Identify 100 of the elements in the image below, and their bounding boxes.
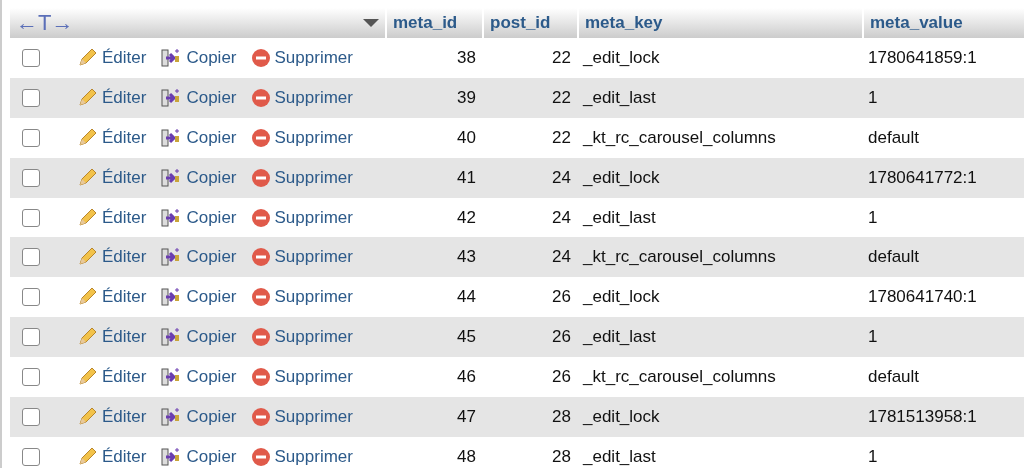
row-checkbox[interactable] [22, 248, 40, 267]
table-cell-text: 26 [551, 286, 572, 309]
table-cell: 1781513958:1 [862, 397, 1024, 437]
row-checkbox[interactable] [22, 88, 40, 107]
pencil-icon [76, 445, 98, 468]
table-cell-text: _kt_rc_carousel_columns [581, 366, 777, 389]
copy-link[interactable]: Copier [160, 126, 237, 149]
copy-link[interactable]: Copier [160, 246, 237, 269]
delete-icon [250, 287, 271, 308]
pencil-icon [76, 46, 98, 69]
delete-icon [250, 47, 271, 68]
edit-link[interactable]: Éditer [76, 405, 147, 428]
copy-link[interactable]: Copier [160, 366, 237, 389]
copy-link[interactable]: Copier [160, 445, 237, 468]
delete-link[interactable]: Supprimer [250, 287, 353, 308]
edit-link[interactable]: Éditer [76, 286, 147, 309]
table-cell-text: 1 [867, 206, 879, 229]
row-checkbox[interactable] [22, 208, 40, 227]
table-cell: 26 [482, 317, 577, 358]
table-cell-text: default [867, 126, 921, 149]
table-cell: 41 [385, 157, 482, 198]
table-cell: 39 [385, 77, 482, 118]
edit-link[interactable]: Éditer [76, 46, 147, 69]
delete-link[interactable]: Supprimer [250, 406, 353, 427]
table-cell-text: 22 [551, 126, 572, 149]
table-cell: 1780641772:1 [862, 157, 1024, 198]
row-checkbox[interactable] [22, 48, 40, 67]
table-cell-text: 1780641740:1 [867, 286, 978, 309]
delete-link[interactable]: Supprimer [250, 127, 353, 148]
pencil-icon [76, 126, 98, 149]
table-cell-text: 24 [551, 206, 572, 229]
edit-link[interactable]: Éditer [76, 246, 147, 269]
edit-link[interactable]: Éditer [76, 445, 147, 468]
table-cell: 47 [385, 397, 482, 437]
delete-icon [250, 367, 271, 388]
table-cell-text: _edit_last [581, 206, 657, 229]
table-cell-text: 44 [456, 286, 477, 309]
table-cell-text: _edit_lock [581, 46, 661, 69]
delete-link[interactable]: Supprimer [250, 327, 353, 348]
table-cell-text: 1 [867, 445, 879, 468]
table-cell: _edit_last [577, 77, 862, 118]
table-cell: 1 [862, 77, 1024, 118]
column-header[interactable]: post_id [482, 8, 577, 38]
table-cell: 45 [385, 317, 482, 358]
table-cell-text: 1780641859:1 [867, 46, 978, 69]
table-cell-text: _kt_rc_carousel_columns [581, 126, 777, 149]
table-cell: 1 [862, 317, 1024, 358]
row-checkbox[interactable] [22, 368, 40, 387]
table-cell: 28 [482, 397, 577, 437]
column-header[interactable]: meta_id [385, 8, 482, 38]
column-header[interactable]: meta_key [577, 8, 862, 38]
edit-link[interactable]: Éditer [76, 86, 147, 109]
table-cell-text: 28 [551, 445, 572, 468]
table-cell-text: 22 [551, 46, 572, 69]
row-checkbox[interactable] [22, 288, 40, 307]
copy-link[interactable]: Copier [160, 286, 237, 309]
dropdown-icon[interactable] [363, 18, 379, 28]
edit-link[interactable]: Éditer [76, 326, 147, 349]
row-checkbox[interactable] [22, 168, 40, 187]
table-cell-text: default [867, 366, 921, 389]
edit-link[interactable]: Éditer [76, 366, 147, 389]
delete-link[interactable]: Supprimer [250, 87, 353, 108]
delete-icon [250, 327, 271, 348]
table-cell: default [862, 237, 1024, 278]
delete-icon [250, 87, 271, 108]
copy-link[interactable]: Copier [160, 405, 237, 428]
delete-link[interactable]: Supprimer [250, 247, 353, 268]
copy-link[interactable]: Copier [160, 166, 237, 189]
edit-link[interactable]: Éditer [76, 166, 147, 189]
delete-link[interactable]: Supprimer [250, 367, 353, 388]
delete-icon [250, 207, 271, 228]
table-cell: _edit_lock [577, 157, 862, 198]
copy-link[interactable]: Copier [160, 206, 237, 229]
column-toggle[interactable]: ←T→ [16, 10, 74, 36]
delete-link[interactable]: Supprimer [250, 47, 353, 68]
table-cell: 22 [482, 77, 577, 118]
delete-link[interactable]: Supprimer [250, 446, 353, 467]
delete-icon [250, 127, 271, 148]
delete-link[interactable]: Supprimer [250, 167, 353, 188]
table-cell: 24 [482, 157, 577, 198]
table-cell: 43 [385, 237, 482, 278]
pencil-icon [76, 166, 98, 189]
table-cell-text: 38 [456, 46, 477, 69]
row-checkbox[interactable] [22, 328, 40, 347]
delete-icon [250, 167, 271, 188]
row-checkbox[interactable] [22, 128, 40, 147]
copy-link[interactable]: Copier [160, 86, 237, 109]
table-cell-text: _edit_lock [581, 286, 661, 309]
edit-link[interactable]: Éditer [76, 206, 147, 229]
table-cell: _edit_lock [577, 397, 862, 437]
table-cell-text: 42 [456, 206, 477, 229]
copy-link[interactable]: Copier [160, 46, 237, 69]
copy-link[interactable]: Copier [160, 326, 237, 349]
row-checkbox[interactable] [22, 447, 40, 466]
table-cell: 24 [482, 237, 577, 278]
edit-link[interactable]: Éditer [76, 126, 147, 149]
column-header[interactable]: meta_value [862, 8, 1024, 38]
delete-link[interactable]: Supprimer [250, 207, 353, 228]
pencil-icon [76, 405, 98, 428]
row-checkbox[interactable] [22, 407, 40, 426]
